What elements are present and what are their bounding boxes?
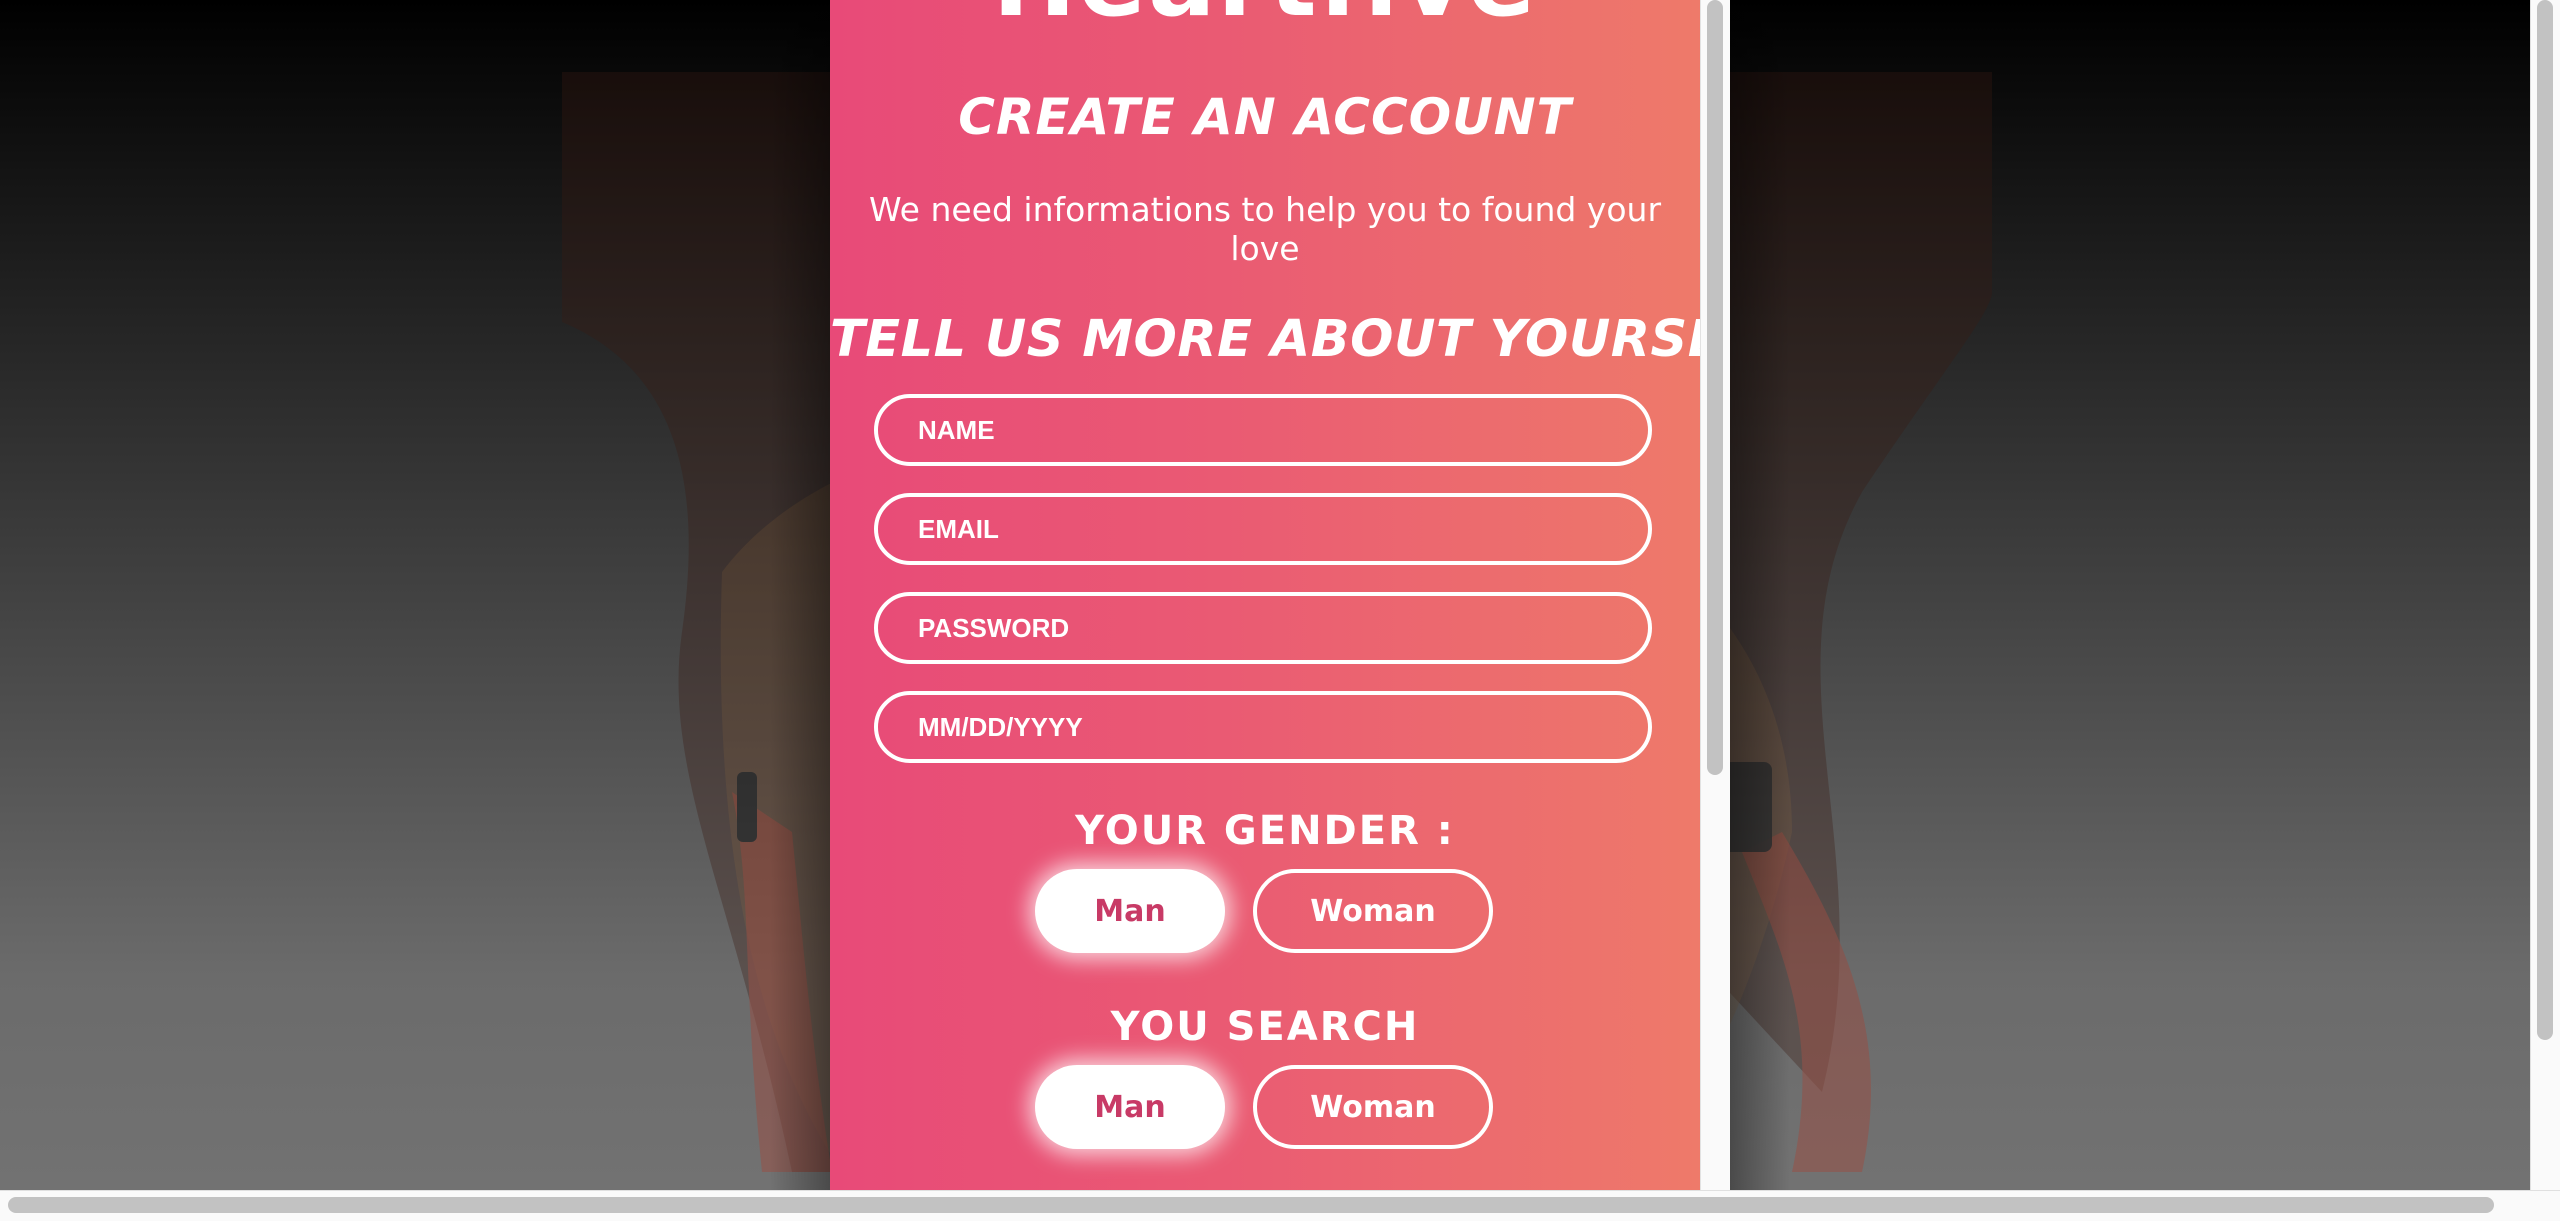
birthdate-input[interactable] <box>874 691 1652 763</box>
name-input[interactable] <box>874 394 1652 466</box>
search-label: YOU SEARCH <box>1110 1004 1420 1050</box>
form-subtitle: We need informations to help you to foun… <box>868 190 1662 268</box>
modal-shadow-left <box>770 0 830 1190</box>
brand-logo-text: Heartfive <box>830 0 1700 39</box>
gender-man-button[interactable]: Man <box>1035 869 1225 953</box>
create-account-heading: CREATE AN ACCOUNT <box>958 88 1572 146</box>
search-man-button[interactable]: Man <box>1035 1065 1225 1149</box>
gender-label: YOUR GENDER : <box>1075 808 1455 854</box>
page-horizontal-scrollbar-thumb[interactable] <box>8 1197 2494 1213</box>
page-vertical-scrollbar-thumb[interactable] <box>2537 0 2553 1040</box>
modal-shadow-right <box>1730 0 1790 1190</box>
about-yourself-heading: TELL US MORE ABOUT YOURSELF <box>830 310 1730 369</box>
modal-scrollbar-thumb[interactable] <box>1707 0 1723 775</box>
signup-modal: Heartfive CREATE AN ACCOUNT We need info… <box>830 0 1730 1190</box>
signup-form-panel: Heartfive CREATE AN ACCOUNT We need info… <box>830 0 1730 1190</box>
email-input[interactable] <box>874 493 1652 565</box>
gender-woman-button[interactable]: Woman <box>1253 869 1493 953</box>
password-input[interactable] <box>874 592 1652 664</box>
search-woman-button[interactable]: Woman <box>1253 1065 1493 1149</box>
